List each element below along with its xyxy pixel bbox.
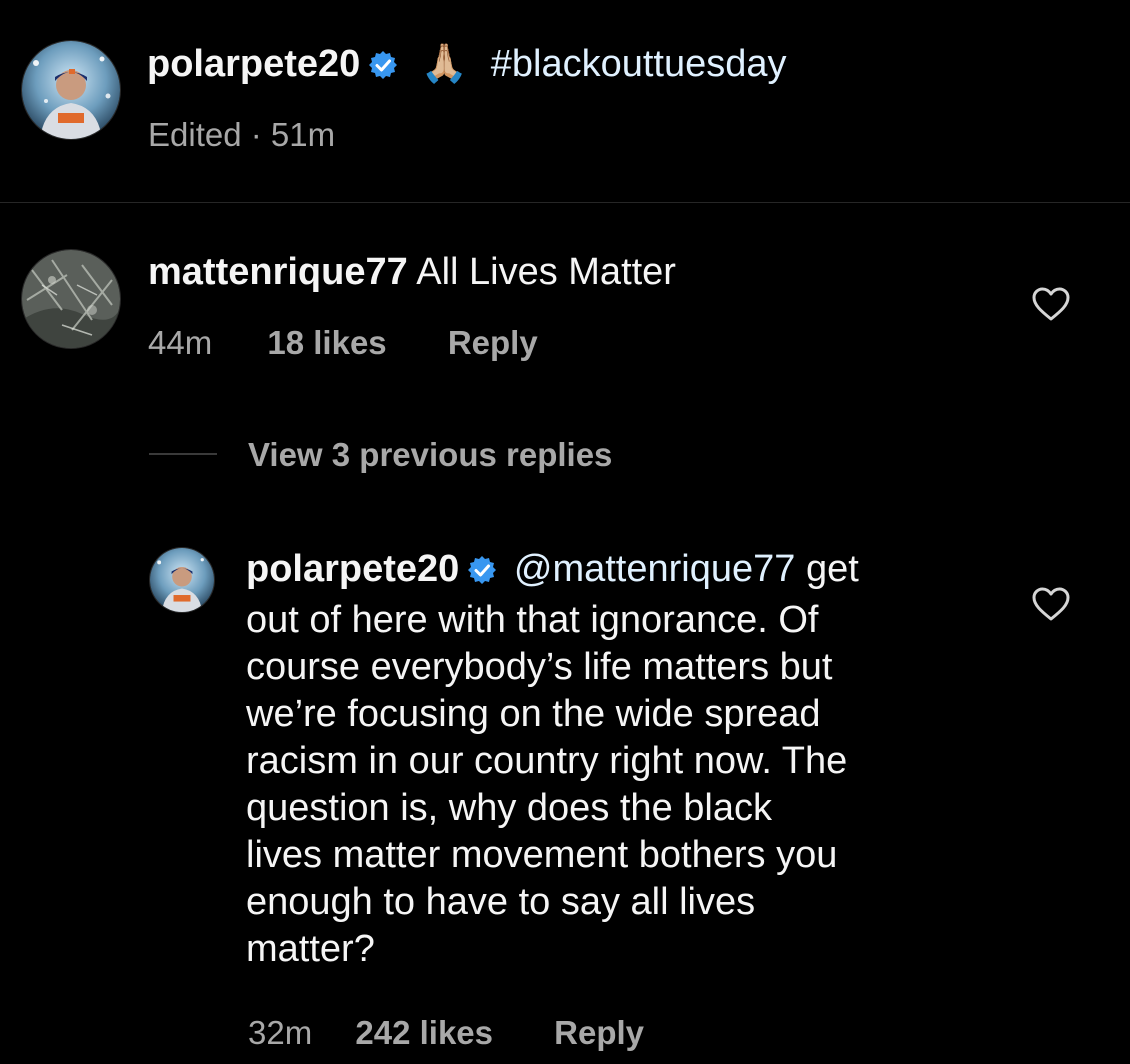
heart-outline-icon[interactable] (1031, 286, 1071, 322)
hashtag-link[interactable]: #blackouttuesday (491, 43, 787, 85)
verified-badge-icon (368, 44, 398, 92)
comment-text: All Lives Matter (416, 251, 676, 293)
reply-text-line: course everybody’s life matters but (246, 646, 833, 688)
reply-text-line: we’re focusing on the wide spread (246, 693, 821, 735)
reply-reply-button[interactable]: Reply (554, 1014, 644, 1051)
verified-badge-icon (467, 550, 497, 597)
reply-first-line: polarpete20 @mattenrique77 get (246, 546, 859, 597)
post-author-avatar[interactable] (22, 41, 120, 139)
reply-text-line: lives matter movement bothers you (246, 834, 838, 876)
comment-author-avatar[interactable] (22, 250, 120, 348)
comment-body: mattenrique77 All Lives Matter (148, 248, 676, 296)
reply-likes[interactable]: 242 likes (355, 1014, 493, 1051)
reply-text-line: racism in our country right now. The (246, 740, 848, 782)
prayer-hands-emoji: 🙏🏼 (420, 43, 469, 85)
comment-reply-button[interactable]: Reply (448, 324, 538, 361)
comment-time: 44m (148, 324, 213, 361)
reply-text-line: enough to have to say all lives (246, 881, 756, 923)
post-meta: Edited · 51m (148, 116, 335, 154)
replies-thread-line (149, 453, 217, 455)
mention-link[interactable]: @mattenrique77 (514, 548, 796, 590)
heart-outline-icon[interactable] (1031, 586, 1071, 622)
post-time: 51m (270, 116, 336, 153)
view-previous-replies-button[interactable]: View 3 previous replies (248, 436, 612, 474)
reply-text-line: out of here with that ignorance. Of (246, 599, 819, 641)
edited-label: Edited (148, 116, 242, 153)
reply-text-line: get (805, 548, 859, 590)
reply-time: 32m (248, 1014, 313, 1051)
post-author-username[interactable]: polarpete20 (147, 43, 360, 85)
reply-author-avatar[interactable] (150, 548, 214, 612)
reply-text-line: question is, why does the black (246, 787, 772, 829)
comment-likes[interactable]: 18 likes (267, 324, 386, 361)
reply-meta: 32m 242 likes Reply (248, 1014, 644, 1052)
reply-author-username[interactable]: polarpete20 (246, 548, 459, 590)
comment-meta: 44m 18 likes Reply (148, 324, 538, 362)
post-header: polarpete20 🙏🏼 #blackouttuesday (147, 40, 787, 92)
reply-body: polarpete20 @mattenrique77 get out of he… (246, 546, 859, 973)
meta-separator: · (250, 116, 262, 153)
reply-text-line: matter? (246, 928, 375, 970)
header-divider (0, 202, 1130, 203)
comment-author-username[interactable]: mattenrique77 (148, 251, 408, 293)
